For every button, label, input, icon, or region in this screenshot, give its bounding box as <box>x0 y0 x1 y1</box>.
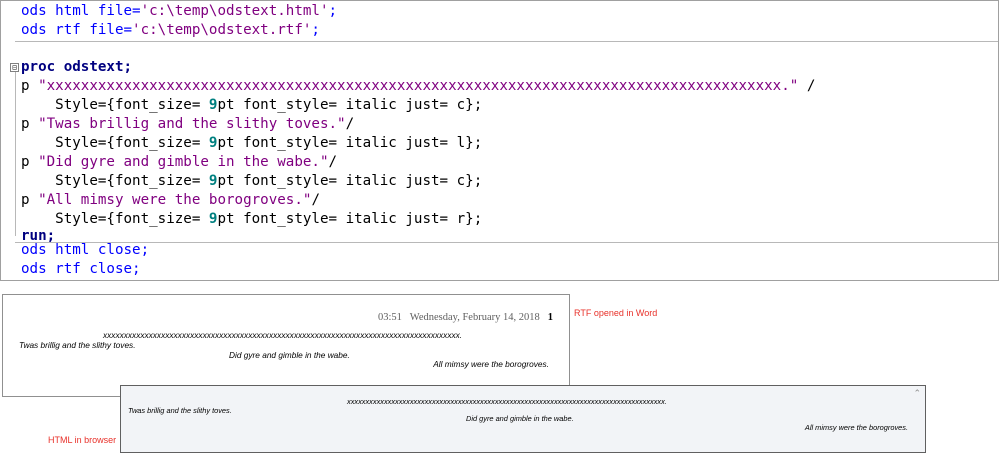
style-option: Style={font_size= <box>21 135 209 151</box>
slash: / <box>311 192 320 208</box>
x-paragraph: xxxxxxxxxxxxxxxxxxxxxxxxxxxxxxxxxxxxxxxx… <box>347 397 667 406</box>
ods-keyword: ods html file= <box>21 3 141 19</box>
string-literal: "xxxxxxxxxxxxxxxxxxxxxxxxxxxxxxxxxxxxxxx… <box>38 78 799 94</box>
center-paragraph: Did gyre and gimble in the wabe. <box>466 414 574 423</box>
style-option: pt font_style= italic just= <box>217 211 457 227</box>
code-line-ods-html-close[interactable]: ods html close; <box>21 241 149 260</box>
right-paragraph: All mimsy were the borogroves. <box>433 359 549 369</box>
code-line-ods-rtf-file[interactable]: ods rtf file='c:\temp\odstext.rtf'; <box>21 21 320 40</box>
code-line-p1[interactable]: p "xxxxxxxxxxxxxxxxxxxxxxxxxxxxxxxxxxxxx… <box>21 77 815 96</box>
just-value: c}; <box>456 173 483 189</box>
section-separator <box>15 242 998 243</box>
just-value: c}; <box>456 97 483 113</box>
section-separator <box>15 41 998 42</box>
page-number: 1 <box>547 312 553 323</box>
code-line-style4[interactable]: Style={font_size= 9pt font_style= italic… <box>21 210 482 229</box>
string-literal: "Did gyre and gimble in the wabe." <box>38 154 329 170</box>
page-header: 03:51 Wednesday, February 14, 2018 1 <box>378 312 553 323</box>
html-browser-view: ⌃ xxxxxxxxxxxxxxxxxxxxxxxxxxxxxxxxxxxxxx… <box>120 385 926 453</box>
slash: / <box>798 78 816 94</box>
left-paragraph: Twas brillig and the slithy toves. <box>128 406 232 415</box>
ods-keyword: ods rtf file= <box>21 22 133 38</box>
p-statement: p <box>21 78 39 94</box>
code-line-p2[interactable]: p "Twas brillig and the slithy toves."/ <box>21 115 354 134</box>
code-line-ods-html-file[interactable]: ods html file='c:\temp\odstext.html'; <box>21 2 337 21</box>
rtf-caption: RTF opened in Word <box>574 308 658 318</box>
slash: / <box>345 116 355 132</box>
header-time: 03:51 <box>377 312 402 323</box>
center-paragraph: Did gyre and gimble in the wabe. <box>229 350 350 360</box>
p-statement: p <box>21 154 39 170</box>
style-option: pt font_style= italic just= <box>217 135 457 151</box>
style-option: Style={font_size= <box>21 173 209 189</box>
semicolon: ; <box>328 3 338 19</box>
scroll-up-icon[interactable]: ⌃ <box>913 390 921 399</box>
style-option: pt font_style= italic just= <box>217 173 457 189</box>
string-literal: "Twas brillig and the slithy toves." <box>38 116 346 132</box>
style-option: Style={font_size= <box>21 97 209 113</box>
code-line-style2[interactable]: Style={font_size= 9pt font_style= italic… <box>21 134 482 153</box>
fold-range-line <box>15 71 16 236</box>
code-line-proc[interactable]: proc odstext; <box>21 58 132 77</box>
x-paragraph: xxxxxxxxxxxxxxxxxxxxxxxxxxxxxxxxxxxxxxxx… <box>103 330 463 340</box>
collapse-icon[interactable]: ⊟ <box>10 63 19 72</box>
style-option: pt font_style= italic just= <box>217 97 457 113</box>
code-line-style3[interactable]: Style={font_size= 9pt font_style= italic… <box>21 172 482 191</box>
code-editor[interactable]: ods html file='c:\temp\odstext.html'; od… <box>0 0 999 281</box>
left-paragraph: Twas brillig and the slithy toves. <box>19 340 136 350</box>
rtf-word-document: 03:51 Wednesday, February 14, 2018 1 xxxx… <box>2 294 570 397</box>
right-paragraph: All mimsy were the borogroves. <box>804 423 908 432</box>
string-literal: 'c:\temp\odstext.rtf' <box>132 22 312 38</box>
just-value: l}; <box>456 135 483 151</box>
code-line-p4[interactable]: p "All mimsy were the borogroves."/ <box>21 191 320 210</box>
string-literal: 'c:\temp\odstext.html' <box>140 3 329 19</box>
html-caption: HTML in browser <box>48 435 117 445</box>
string-literal: "All mimsy were the borogroves." <box>38 192 312 208</box>
semicolon: ; <box>311 22 320 38</box>
header-date: Wednesday, February 14, 2018 <box>409 312 540 323</box>
ods-keyword: ods html close; <box>21 242 150 258</box>
code-line-style1[interactable]: Style={font_size= 9pt font_style= italic… <box>21 96 482 115</box>
style-option: Style={font_size= <box>21 211 209 227</box>
code-line-p3[interactable]: p "Did gyre and gimble in the wabe."/ <box>21 153 337 172</box>
just-value: r}; <box>456 211 483 227</box>
proc-keyword: proc odstext; <box>21 59 133 75</box>
code-line-ods-rtf-close[interactable]: ods rtf close; <box>21 260 141 279</box>
p-statement: p <box>21 192 39 208</box>
p-statement: p <box>21 116 39 132</box>
ods-keyword: ods rtf close; <box>21 261 141 277</box>
slash: / <box>328 154 338 170</box>
